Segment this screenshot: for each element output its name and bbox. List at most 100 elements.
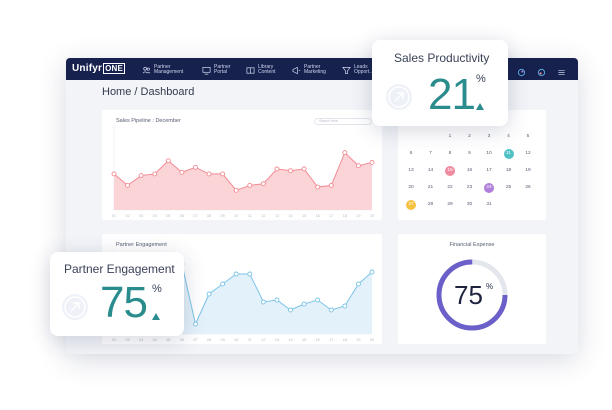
calendar-day[interactable]: 1 xyxy=(445,132,455,142)
nav-partner-management[interactable]: Partner Management xyxy=(142,62,183,78)
data-point xyxy=(328,307,334,313)
x-tick-label: 03 xyxy=(139,338,143,342)
calendar-day[interactable]: 26 xyxy=(523,183,533,193)
x-tick-label: 01 xyxy=(112,214,116,218)
x-tick-label: 07 xyxy=(193,338,197,342)
calendar-day[interactable]: 8 xyxy=(445,149,455,159)
people-icon xyxy=(142,66,151,73)
x-tick-label: 10 xyxy=(234,338,238,342)
calendar-day[interactable]: 5 xyxy=(523,132,533,142)
x-tick-label: 12 xyxy=(261,338,265,342)
x-tick-label: 17 xyxy=(329,214,333,218)
calendar-day[interactable]: 12 xyxy=(523,149,533,159)
arrow-up-right-icon xyxy=(62,294,88,320)
x-tick-label: 11 xyxy=(248,214,252,218)
data-point xyxy=(247,182,253,188)
partner-engagement-stat-value: 75 xyxy=(100,278,148,327)
calendar-day[interactable]: 6 xyxy=(406,149,416,159)
data-point xyxy=(220,281,226,287)
data-point xyxy=(193,164,198,170)
calendar-day[interactable]: 20 xyxy=(406,183,416,193)
data-point xyxy=(315,184,321,190)
data-point xyxy=(355,163,361,169)
calendar-day[interactable]: 7 xyxy=(426,149,436,159)
x-tick-label: 03 xyxy=(139,214,143,218)
trend-up-icon xyxy=(152,313,160,320)
calendar-day[interactable]: 31 xyxy=(484,200,494,210)
sales-pipeline-chart: 01 02 03 04 05 06 07 08 09 10 11 12 13 14 15 16 17 18 19 20 xyxy=(111,124,375,218)
calendar-day[interactable]: 16 xyxy=(465,166,475,176)
calendar-day[interactable]: 4 xyxy=(504,132,514,142)
data-point xyxy=(125,182,131,188)
data-point xyxy=(342,303,348,309)
x-tick-label: 18 xyxy=(343,214,347,218)
financial-expense-value: 75 xyxy=(454,280,483,310)
data-point xyxy=(274,297,280,303)
nav-partner-marketing[interactable]: Partner Marketing xyxy=(292,62,326,78)
sales-productivity-unit: % xyxy=(476,73,486,85)
x-tick-label: 15 xyxy=(302,214,306,218)
calendar-day[interactable]: 23 xyxy=(465,183,475,193)
x-tick-label: 06 xyxy=(180,214,184,218)
calendar-day[interactable]: 13 xyxy=(406,166,416,176)
x-tick-label: 11 xyxy=(248,338,252,342)
data-point xyxy=(301,166,307,172)
data-point xyxy=(233,271,239,277)
calendar-day[interactable]: 11 xyxy=(503,149,514,159)
calendar-day[interactable]: 22 xyxy=(445,183,455,193)
megaphone-icon xyxy=(292,66,301,74)
data-point xyxy=(138,173,144,179)
calendar-day[interactable]: 19 xyxy=(523,166,533,176)
calendar-day[interactable]: 24 xyxy=(484,183,494,193)
sales-productivity-value: 21 xyxy=(428,70,476,119)
x-tick-label: 08 xyxy=(207,338,211,342)
calendar-day[interactable]: 29 xyxy=(445,200,455,210)
data-point xyxy=(369,159,375,165)
calendar-day[interactable]: 15 xyxy=(445,166,455,176)
x-tick-label: 04 xyxy=(153,338,157,342)
partner-engagement-stat-title: Partner Engagement xyxy=(64,262,175,276)
data-point xyxy=(288,168,293,174)
x-tick-label: 19 xyxy=(356,338,360,342)
financial-expense-unit: % xyxy=(486,282,494,291)
calendar-day[interactable]: 28 xyxy=(426,200,436,210)
stage: Unifyr ONE Partner Management Partner Porta… xyxy=(0,0,612,410)
calendar-day[interactable]: 18 xyxy=(504,166,514,176)
x-tick-label: 20 xyxy=(370,214,374,218)
data-point xyxy=(369,269,375,275)
notification-icon[interactable] xyxy=(537,64,546,77)
nav-library-content[interactable]: Library Content xyxy=(246,62,276,78)
nav-leads-opportunities[interactable]: Leads Opport... xyxy=(342,62,373,78)
calendar-day[interactable]: 30 xyxy=(465,200,475,210)
calendar-day[interactable]: 9 xyxy=(465,149,475,159)
calendar-day[interactable]: 10 xyxy=(484,149,494,159)
data-point xyxy=(179,169,185,175)
calendar-day[interactable]: 17 xyxy=(484,166,494,176)
x-tick-label: 19 xyxy=(356,214,360,218)
calendar-day[interactable]: 21 xyxy=(426,183,436,193)
data-point xyxy=(274,166,280,172)
calendar-day[interactable]: 27 xyxy=(406,200,416,210)
calendar-day[interactable]: 25 xyxy=(504,183,514,193)
x-tick-label: 13 xyxy=(275,338,279,342)
rocket-icon[interactable] xyxy=(517,64,526,77)
data-point xyxy=(328,182,334,188)
data-point xyxy=(315,297,321,303)
calendar-day[interactable]: 14 xyxy=(426,166,436,176)
menu-icon[interactable] xyxy=(557,64,566,75)
calendar-day[interactable]: 2 xyxy=(465,132,475,142)
data-point xyxy=(301,301,307,307)
calendar-day[interactable]: 3 xyxy=(484,132,494,142)
data-point xyxy=(342,150,348,156)
brand-logo[interactable]: Unifyr ONE xyxy=(72,63,126,74)
x-tick-label: 13 xyxy=(275,214,279,218)
sales-productivity-title: Sales Productivity xyxy=(394,51,490,65)
x-tick-label: 14 xyxy=(288,338,292,342)
x-tick-label: 07 xyxy=(193,214,197,218)
data-point xyxy=(247,271,253,277)
nav-partner-portal[interactable]: Partner Portal xyxy=(202,62,230,78)
x-tick-label: 20 xyxy=(370,338,374,342)
x-tick-label: 05 xyxy=(166,214,170,218)
sales-productivity-card: Sales Productivity 21 % xyxy=(372,40,508,126)
x-tick-label: 16 xyxy=(316,338,320,342)
